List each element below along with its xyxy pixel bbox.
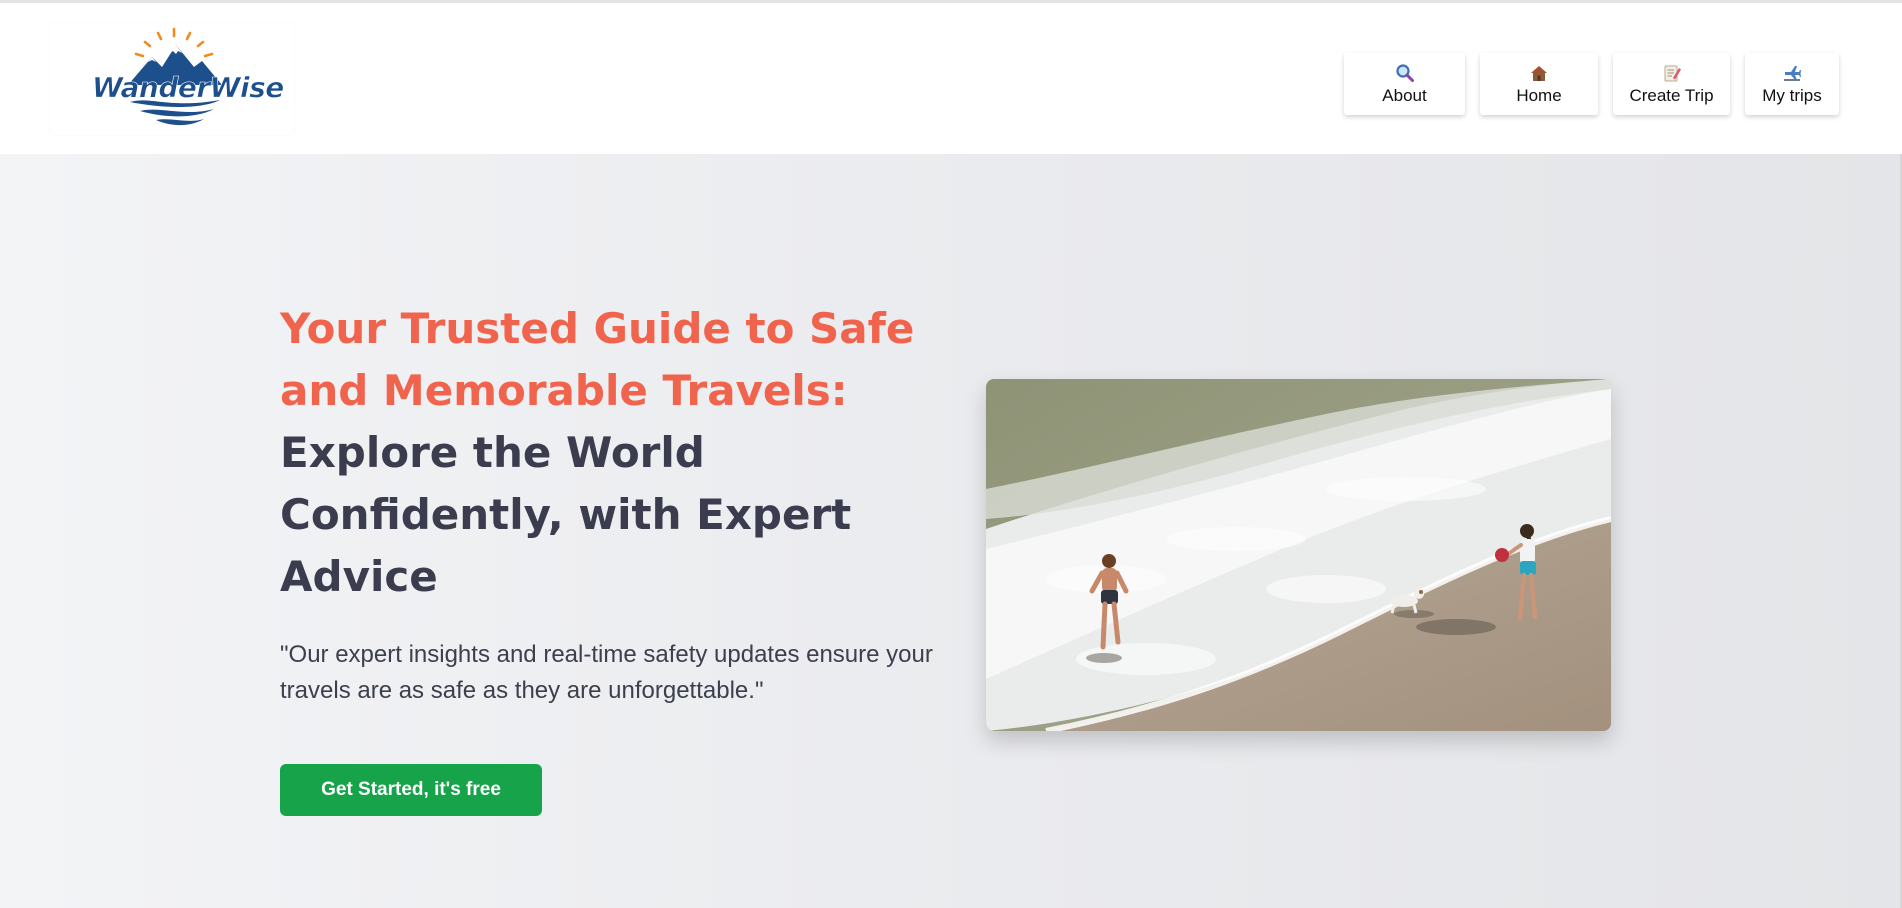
hero-headline-rest: Explore the World Confidently, with Expe… — [280, 428, 852, 601]
main-nav: About Home Create Trip My trips — [1344, 53, 1839, 115]
beach-photo — [986, 379, 1611, 731]
brand-logo[interactable]: WanderWise — [50, 23, 294, 135]
nav-about-label: About — [1382, 86, 1427, 105]
nav-my-trips-label: My trips — [1762, 86, 1822, 105]
hero-headline: Your Trusted Guide to Safe and Memorable… — [280, 298, 920, 608]
hero-quote: "Our expert insights and real-time safet… — [280, 641, 933, 704]
hero-image — [986, 379, 1611, 731]
nav-about-button[interactable]: About — [1344, 53, 1465, 115]
nav-create-trip-button[interactable]: Create Trip — [1613, 53, 1730, 115]
nav-home-label: Home — [1516, 86, 1562, 105]
get-started-button[interactable]: Get Started, it's free — [280, 764, 542, 816]
nav-my-trips-button[interactable]: My trips — [1745, 53, 1839, 115]
brand-logo-text: WanderWise — [92, 71, 285, 105]
site-header: WanderWise About Home Create Trip My tri… — [0, 3, 1902, 154]
house-icon — [1528, 62, 1550, 84]
nav-create-trip-label: Create Trip — [1629, 86, 1714, 105]
memo-icon — [1661, 62, 1683, 84]
airplane-icon — [1781, 62, 1803, 84]
hero-headline-accent: Your Trusted Guide to Safe and Memorable… — [280, 304, 915, 415]
magnifier-icon — [1394, 62, 1416, 84]
nav-home-button[interactable]: Home — [1480, 53, 1598, 115]
